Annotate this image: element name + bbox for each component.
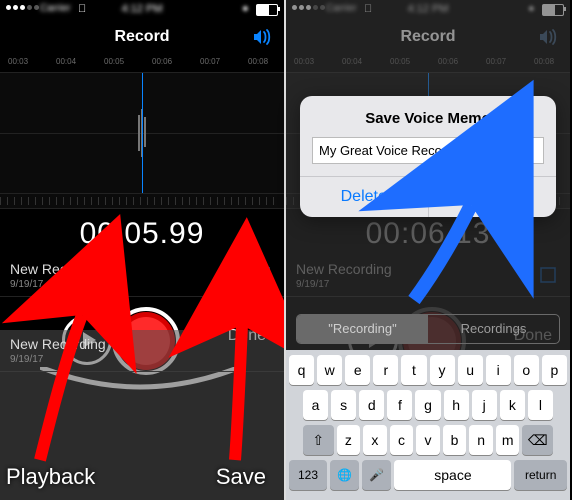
key-j[interactable]: j — [472, 390, 497, 420]
key-backspace[interactable]: ⌫ — [522, 425, 553, 455]
annotation-save: Save — [216, 464, 266, 490]
key-u[interactable]: u — [458, 355, 483, 385]
recording-date: 9/19/17 — [10, 354, 274, 365]
key-globe[interactable]: 🌐 — [330, 460, 359, 490]
timer: 00:05.99 — [0, 209, 284, 255]
key-s[interactable]: s — [331, 390, 356, 420]
key-123[interactable]: 123 — [289, 460, 327, 490]
waveform[interactable] — [0, 72, 284, 194]
recording-name: New Recording — [10, 336, 274, 352]
trim-icon[interactable] — [252, 265, 272, 290]
key-h[interactable]: h — [444, 390, 469, 420]
key-q[interactable]: q — [289, 355, 314, 385]
key-return[interactable]: return — [514, 460, 567, 490]
key-t[interactable]: t — [401, 355, 426, 385]
key-f[interactable]: f — [387, 390, 412, 420]
key-m[interactable]: m — [496, 425, 520, 455]
key-i[interactable]: i — [486, 355, 511, 385]
suggestion-1[interactable]: "Recording" — [297, 315, 428, 343]
ruler-tick-label: 00:07 — [200, 57, 220, 66]
key-k[interactable]: k — [500, 390, 525, 420]
keyboard-suggestion-bar[interactable]: "Recording" Recordings — [296, 314, 560, 344]
nav-bar: Record — [0, 20, 284, 54]
key-g[interactable]: g — [415, 390, 440, 420]
nav-title: Record — [114, 28, 169, 45]
recording-row[interactable]: New Recording 9/19/17 — [0, 255, 284, 297]
key-b[interactable]: b — [443, 425, 467, 455]
save-memo-modal: Save Voice Memo Delete Save — [300, 96, 556, 217]
key-a[interactable]: a — [303, 390, 328, 420]
right-screenshot: Carrier 􀙇 4:12 PM ∗ Record 00:0300:0400:… — [286, 0, 570, 500]
ruler-tick-label: 00:05 — [104, 57, 124, 66]
key-y[interactable]: y — [430, 355, 455, 385]
key-w[interactable]: w — [317, 355, 342, 385]
ruler-tick-label: 00:08 — [248, 57, 268, 66]
key-x[interactable]: x — [363, 425, 387, 455]
memo-name-input[interactable] — [312, 137, 544, 164]
recording-date: 9/19/17 — [10, 279, 274, 290]
key-space[interactable]: space — [394, 460, 511, 490]
key-p[interactable]: p — [542, 355, 567, 385]
annotation-playback: Playback — [6, 464, 95, 490]
key-o[interactable]: o — [514, 355, 539, 385]
keyboard[interactable]: qwertyuiop asdfghjkl ⇧zxcvbnm⌫ 123 🌐 🎤 s… — [286, 350, 570, 500]
save-button[interactable]: Save — [428, 177, 557, 217]
key-l[interactable]: l — [528, 390, 553, 420]
key-z[interactable]: z — [337, 425, 361, 455]
ruler-tick-label: 00:03 — [8, 57, 28, 66]
left-screenshot: Carrier 􀙇 4:12 PM ∗ Record 00:0300:0400:… — [0, 0, 284, 500]
key-shift[interactable]: ⇧ — [303, 425, 334, 455]
suggestion-2[interactable]: Recordings — [428, 315, 559, 343]
key-c[interactable]: c — [390, 425, 414, 455]
recording-row: New Recording 9/19/17 — [0, 330, 284, 372]
key-mic[interactable]: 🎤 — [362, 460, 391, 490]
ruler-tick-label: 00:06 — [152, 57, 172, 66]
key-d[interactable]: d — [359, 390, 384, 420]
ruler-tick-label: 00:04 — [56, 57, 76, 66]
key-r[interactable]: r — [373, 355, 398, 385]
status-bar: Carrier 􀙇 4:12 PM ∗ — [0, 0, 284, 20]
key-n[interactable]: n — [469, 425, 493, 455]
speaker-icon[interactable] — [252, 28, 274, 51]
modal-title: Save Voice Memo — [300, 96, 556, 137]
scrubber[interactable] — [0, 194, 284, 209]
key-e[interactable]: e — [345, 355, 370, 385]
delete-button[interactable]: Delete — [300, 177, 428, 217]
time-ruler: 00:03 00:04 00:05 00:06 00:07 00:08 — [0, 54, 284, 72]
recording-name: New Recording — [10, 261, 274, 277]
key-v[interactable]: v — [416, 425, 440, 455]
